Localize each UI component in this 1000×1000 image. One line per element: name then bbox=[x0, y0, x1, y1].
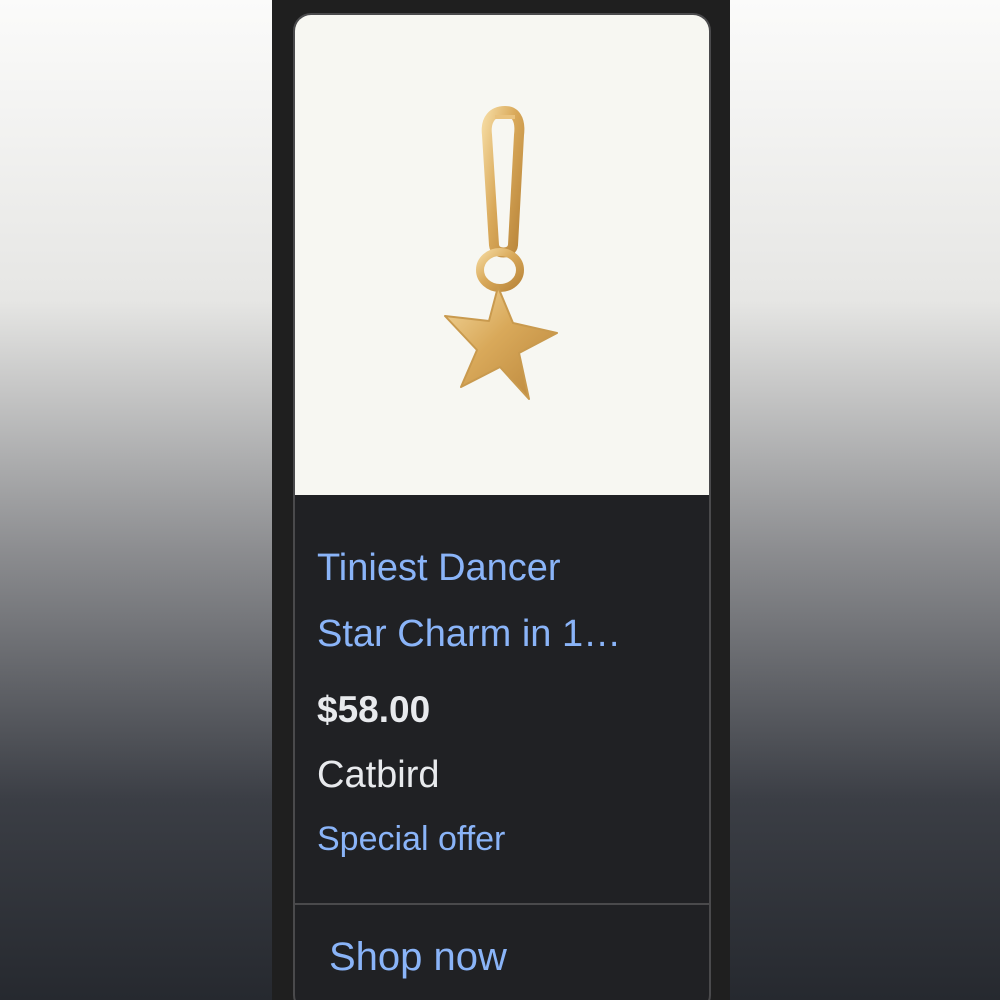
product-card[interactable]: Tiniest Dancer Star Charm in 1… $58.00 C… bbox=[293, 13, 711, 1000]
product-image[interactable] bbox=[295, 15, 709, 495]
card-divider bbox=[295, 903, 709, 905]
blurred-backdrop-left bbox=[0, 0, 272, 1000]
product-title-line2[interactable]: Star Charm in 1… bbox=[317, 601, 697, 667]
shop-now-button[interactable]: Shop now bbox=[329, 935, 507, 980]
product-title[interactable]: Tiniest Dancer Star Charm in 1… bbox=[317, 535, 697, 667]
product-title-line1[interactable]: Tiniest Dancer bbox=[317, 535, 697, 601]
special-offer-link[interactable]: Special offer bbox=[317, 820, 505, 859]
gold-star-charm-image bbox=[444, 106, 558, 400]
merchant-name: Catbird bbox=[317, 754, 440, 796]
blurred-backdrop-right bbox=[730, 0, 1000, 1000]
product-price: $58.00 bbox=[317, 689, 431, 730]
